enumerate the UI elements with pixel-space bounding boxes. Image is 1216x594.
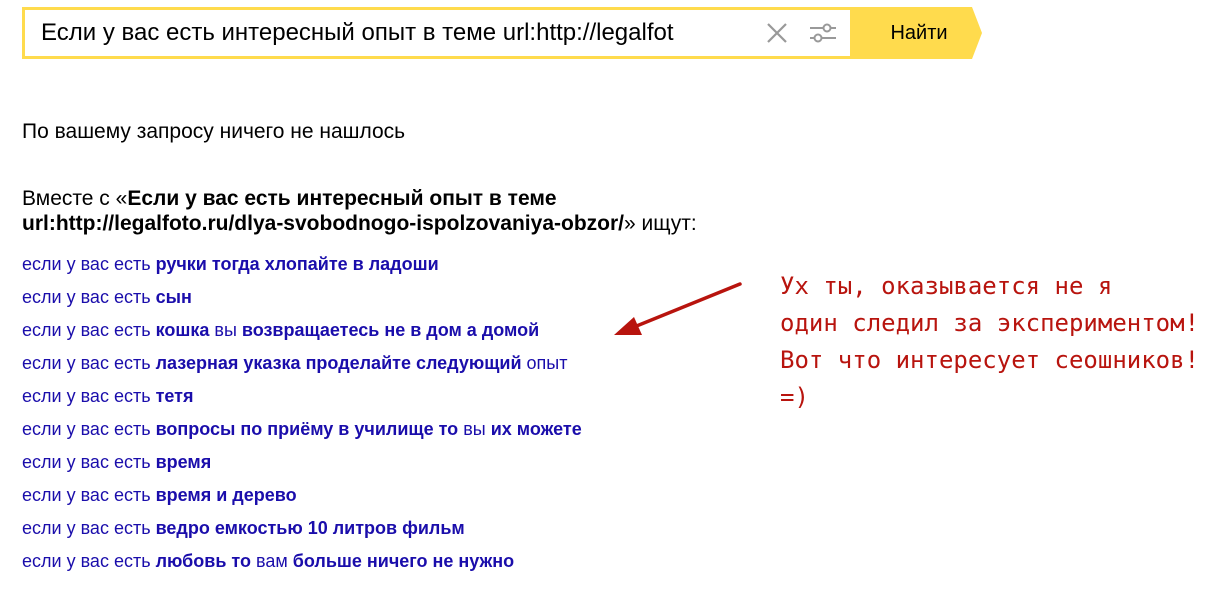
suggestion-highlight: ведро емкостью 10 литров фильм	[155, 518, 465, 538]
suggestion-highlight: вопросы по приёму в училище то	[155, 419, 459, 439]
related-search-link[interactable]: если у вас есть вопросы по приёму в учил…	[22, 419, 582, 439]
search-button[interactable]: Найти	[850, 7, 982, 59]
suggestion-text: если у вас есть	[22, 287, 156, 307]
suggestion-text: вы	[458, 419, 491, 439]
list-item: если у вас есть любовь то вам больше нич…	[22, 548, 582, 581]
list-item: если у вас есть ведро емкостью 10 литров…	[22, 515, 582, 548]
list-item: если у вас есть сын	[22, 284, 582, 317]
suggestion-text: если у вас есть	[22, 452, 156, 472]
annotation-text: Ух ты, оказывается не я один следил за э…	[780, 268, 1210, 416]
suggestion-highlight: их можете	[490, 419, 582, 439]
search-bar: Найти	[22, 7, 982, 59]
suggestion-text: если у вас есть	[22, 551, 156, 571]
list-item: если у вас есть вопросы по приёму в учил…	[22, 416, 582, 449]
suggestion-text: вам	[250, 551, 293, 571]
suggestion-text: опыт	[521, 353, 568, 373]
list-item: если у вас есть лазерная указка проделай…	[22, 350, 582, 383]
close-icon[interactable]	[765, 21, 789, 45]
related-search-link[interactable]: если у вас есть ручки тогда хлопайте в л…	[22, 254, 439, 274]
suggestion-text: если у вас есть	[22, 254, 156, 274]
sliders-icon[interactable]	[808, 21, 838, 45]
list-item: если у вас есть тетя	[22, 383, 582, 416]
list-item: если у вас есть время и дерево	[22, 482, 582, 515]
suggestion-text: если у вас есть	[22, 485, 156, 505]
suggestion-text: вы	[209, 320, 242, 340]
related-search-link[interactable]: если у вас есть кошка вы возвращаетесь н…	[22, 320, 539, 340]
related-search-link[interactable]: если у вас есть время и дерево	[22, 485, 297, 505]
related-search-link[interactable]: если у вас есть лазерная указка проделай…	[22, 353, 567, 373]
list-item: если у вас есть кошка вы возвращаетесь н…	[22, 317, 582, 350]
suggestion-text: если у вас есть	[22, 386, 156, 406]
annotation-line: один следил за экспериментом!	[780, 309, 1200, 337]
annotation-arrow-icon	[614, 282, 742, 335]
suggestion-highlight: ручки тогда хлопайте в ладоши	[155, 254, 439, 274]
no-results-message: По вашему запросу ничего не нашлось	[22, 120, 406, 143]
suggestion-highlight: сын	[155, 287, 192, 307]
suggestion-highlight: время и дерево	[155, 485, 297, 505]
suggestion-text: если у вас есть	[22, 353, 156, 373]
related-searches-list: если у вас есть ручки тогда хлопайте в л…	[22, 251, 582, 581]
suggestion-highlight: кошка	[155, 320, 210, 340]
list-item: если у вас есть время	[22, 449, 582, 482]
related-search-link[interactable]: если у вас есть время	[22, 452, 211, 472]
related-search-link[interactable]: если у вас есть тетя	[22, 386, 194, 406]
related-heading: Вместе с «Если у вас есть интересный опы…	[22, 186, 782, 236]
suggestion-text: если у вас есть	[22, 419, 156, 439]
suggestion-highlight: лазерная указка проделайте следующий	[155, 353, 522, 373]
search-box	[22, 7, 853, 59]
related-search-link[interactable]: если у вас есть любовь то вам больше нич…	[22, 551, 514, 571]
suggestion-text: если у вас есть	[22, 518, 156, 538]
suggestion-highlight: возвращаетесь не в дом а домой	[241, 320, 540, 340]
suggestion-highlight: любовь то	[155, 551, 251, 571]
suggestion-text: если у вас есть	[22, 320, 156, 340]
related-search-link[interactable]: если у вас есть ведро емкостью 10 литров…	[22, 518, 465, 538]
related-search-link[interactable]: если у вас есть сын	[22, 287, 192, 307]
suggestion-highlight: время	[155, 452, 212, 472]
annotation-line: =)	[780, 383, 809, 411]
related-suffix: » ищут:	[623, 212, 697, 235]
list-item: если у вас есть ручки тогда хлопайте в л…	[22, 251, 582, 284]
annotation-line: Вот что интересует сеошников!	[780, 346, 1200, 374]
search-input[interactable]	[41, 10, 761, 56]
annotation-line: Ух ты, оказывается не я	[780, 272, 1113, 300]
suggestion-highlight: больше ничего не нужно	[292, 551, 515, 571]
suggestion-highlight: тетя	[155, 386, 194, 406]
related-prefix: Вместе с «	[22, 187, 128, 210]
